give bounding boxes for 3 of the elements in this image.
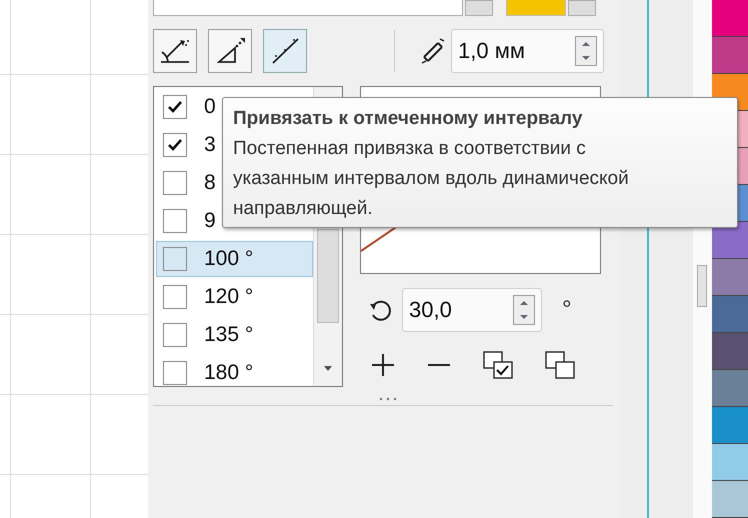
tooltip-text: Постепенная привязка в соответствии с указанным интервалом вдоль динамической направляющей.	[233, 137, 630, 221]
tooltip-title: Привязать к отмеченному интервалу	[233, 107, 584, 131]
degree-unit: °	[562, 296, 572, 324]
